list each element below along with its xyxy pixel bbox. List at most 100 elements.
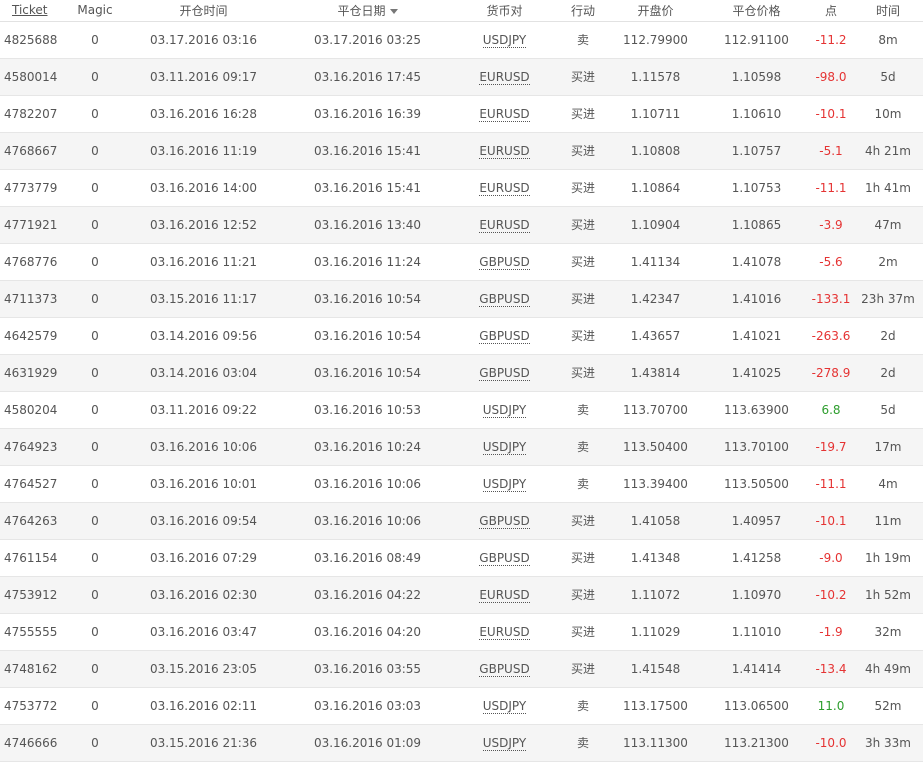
table-row[interactable]: 4642579 0 03.14.2016 09:56 03.16.2016 10:54… xyxy=(0,317,923,355)
magic-cell: 0 xyxy=(68,243,122,281)
column-header-open-price[interactable]: 开盘价 xyxy=(607,0,704,22)
magic-cell: 0 xyxy=(68,317,122,355)
table-row[interactable]: 4753912 0 03.16.2016 02:30 03.16.2016 04:22… xyxy=(0,576,923,614)
column-header-symbol[interactable]: 货币对 xyxy=(450,0,559,22)
open-price-cell: 113.11300 xyxy=(607,724,704,762)
action-cell: 买进 xyxy=(559,354,607,392)
table-row[interactable]: 4631929 0 03.14.2016 03:04 03.16.2016 10:54… xyxy=(0,354,923,392)
table-row[interactable]: 4773779 0 03.16.2016 14:00 03.16.2016 15:41… xyxy=(0,169,923,207)
symbol-link[interactable]: GBPUSD xyxy=(479,254,530,270)
table-row[interactable]: 4755555 0 03.16.2016 03:47 03.16.2016 04:20… xyxy=(0,613,923,651)
open-price-cell: 112.79900 xyxy=(607,21,704,59)
open-price-cell: 1.10864 xyxy=(607,169,704,207)
magic-cell: 0 xyxy=(68,650,122,688)
table-row[interactable]: 4782207 0 03.16.2016 16:28 03.16.2016 16:39… xyxy=(0,95,923,133)
close-date-cell: 03.16.2016 03:55 xyxy=(285,650,450,688)
column-header-close-price[interactable]: 平仓价格 xyxy=(704,0,809,22)
ticket-cell: 4764263 xyxy=(0,502,68,540)
symbol-link[interactable]: GBPUSD xyxy=(479,661,530,677)
close-price-cell: 1.10757 xyxy=(704,132,809,170)
duration-cell: 47m xyxy=(853,206,923,244)
table-row[interactable]: 4748162 0 03.15.2016 23:05 03.16.2016 03:55… xyxy=(0,650,923,688)
symbol-cell: GBPUSD xyxy=(450,243,559,281)
close-date-cell: 03.16.2016 10:54 xyxy=(285,354,450,392)
column-header-magic[interactable]: Magic xyxy=(68,0,122,22)
open-price-cell: 1.41348 xyxy=(607,539,704,577)
symbol-link[interactable]: GBPUSD xyxy=(479,365,530,381)
duration-cell: 2m xyxy=(853,243,923,281)
action-cell: 买进 xyxy=(559,317,607,355)
points-cell: -5.1 xyxy=(809,132,853,170)
symbol-link[interactable]: USDJPY xyxy=(482,402,527,418)
close-price-cell: 1.10865 xyxy=(704,206,809,244)
column-header-action[interactable]: 行动 xyxy=(559,0,607,22)
table-row[interactable]: 4764923 0 03.16.2016 10:06 03.16.2016 10:24… xyxy=(0,428,923,466)
action-cell: 卖 xyxy=(559,391,607,429)
close-price-cell: 1.11010 xyxy=(704,613,809,651)
duration-cell: 1h 52m xyxy=(853,576,923,614)
column-header-points[interactable]: 点 xyxy=(809,0,853,22)
open-time-cell: 03.16.2016 03:47 xyxy=(122,613,285,651)
table-row[interactable]: 4764527 0 03.16.2016 10:01 03.16.2016 10:06… xyxy=(0,465,923,503)
table-row[interactable]: 4768667 0 03.16.2016 11:19 03.16.2016 15:41… xyxy=(0,132,923,170)
points-cell: -10.0 xyxy=(809,724,853,762)
points-cell: -5.6 xyxy=(809,243,853,281)
magic-cell: 0 xyxy=(68,724,122,762)
symbol-link[interactable]: USDJPY xyxy=(482,32,527,48)
duration-cell: 23h 37m xyxy=(853,280,923,318)
action-cell: 买进 xyxy=(559,280,607,318)
symbol-link[interactable]: EURUSD xyxy=(479,106,530,122)
table-row[interactable]: 4711373 0 03.15.2016 11:17 03.16.2016 10:54… xyxy=(0,280,923,318)
symbol-link[interactable]: EURUSD xyxy=(479,217,530,233)
symbol-link[interactable]: USDJPY xyxy=(482,698,527,714)
ticket-cell: 4825688 xyxy=(0,21,68,59)
ticket-cell: 4782207 xyxy=(0,95,68,133)
column-header-ticket[interactable]: Ticket xyxy=(0,0,68,22)
symbol-link[interactable]: USDJPY xyxy=(482,439,527,455)
column-header-close-date[interactable]: 平仓日期 xyxy=(285,0,450,22)
symbol-cell: GBPUSD xyxy=(450,317,559,355)
symbol-cell: EURUSD xyxy=(450,58,559,96)
symbol-link[interactable]: EURUSD xyxy=(479,624,530,640)
column-header-duration[interactable]: 时间 xyxy=(853,0,923,22)
symbol-link[interactable]: GBPUSD xyxy=(479,550,530,566)
ticket-sort-link[interactable]: Ticket xyxy=(12,3,48,17)
symbol-link[interactable]: EURUSD xyxy=(479,587,530,603)
close-date-cell: 03.16.2016 15:41 xyxy=(285,169,450,207)
action-cell: 买进 xyxy=(559,613,607,651)
symbol-link[interactable]: GBPUSD xyxy=(479,513,530,529)
points-cell: -10.1 xyxy=(809,95,853,133)
symbol-link[interactable]: GBPUSD xyxy=(479,291,530,307)
table-row[interactable]: 4761154 0 03.16.2016 07:29 03.16.2016 08:49… xyxy=(0,539,923,577)
points-cell: -10.1 xyxy=(809,502,853,540)
table-row[interactable]: 4764263 0 03.16.2016 09:54 03.16.2016 10:06… xyxy=(0,502,923,540)
table-row[interactable]: 4771921 0 03.16.2016 12:52 03.16.2016 13:40… xyxy=(0,206,923,244)
symbol-link[interactable]: EURUSD xyxy=(479,180,530,196)
symbol-link[interactable]: GBPUSD xyxy=(479,328,530,344)
table-row[interactable]: 4753772 0 03.16.2016 02:11 03.16.2016 03:03… xyxy=(0,687,923,725)
symbol-link[interactable]: EURUSD xyxy=(479,143,530,159)
open-price-cell: 113.39400 xyxy=(607,465,704,503)
points-cell: -11.1 xyxy=(809,465,853,503)
symbol-link[interactable]: USDJPY xyxy=(482,735,527,751)
symbol-link[interactable]: EURUSD xyxy=(479,69,530,85)
table-row[interactable]: 4746666 0 03.15.2016 21:36 03.16.2016 01:09… xyxy=(0,724,923,762)
symbol-cell: EURUSD xyxy=(450,613,559,651)
table-row[interactable]: 4580204 0 03.11.2016 09:22 03.16.2016 10:53… xyxy=(0,391,923,429)
close-price-cell: 1.41258 xyxy=(704,539,809,577)
duration-cell: 2d xyxy=(853,317,923,355)
close-date-cell: 03.16.2016 01:09 xyxy=(285,724,450,762)
duration-cell: 5d xyxy=(853,58,923,96)
open-price-cell: 1.11029 xyxy=(607,613,704,651)
symbol-link[interactable]: USDJPY xyxy=(482,476,527,492)
table-row[interactable]: 4768776 0 03.16.2016 11:21 03.16.2016 11:24… xyxy=(0,243,923,281)
close-date-cell: 03.16.2016 04:22 xyxy=(285,576,450,614)
close-price-cell: 1.40957 xyxy=(704,502,809,540)
open-price-cell: 1.10711 xyxy=(607,95,704,133)
column-header-open-time[interactable]: 开仓时间 xyxy=(122,0,285,22)
ticket-cell: 4768667 xyxy=(0,132,68,170)
open-price-cell: 1.11578 xyxy=(607,58,704,96)
symbol-cell: GBPUSD xyxy=(450,650,559,688)
table-row[interactable]: 4825688 0 03.17.2016 03:16 03.17.2016 03:25… xyxy=(0,21,923,59)
table-row[interactable]: 4580014 0 03.11.2016 09:17 03.16.2016 17:45… xyxy=(0,58,923,96)
